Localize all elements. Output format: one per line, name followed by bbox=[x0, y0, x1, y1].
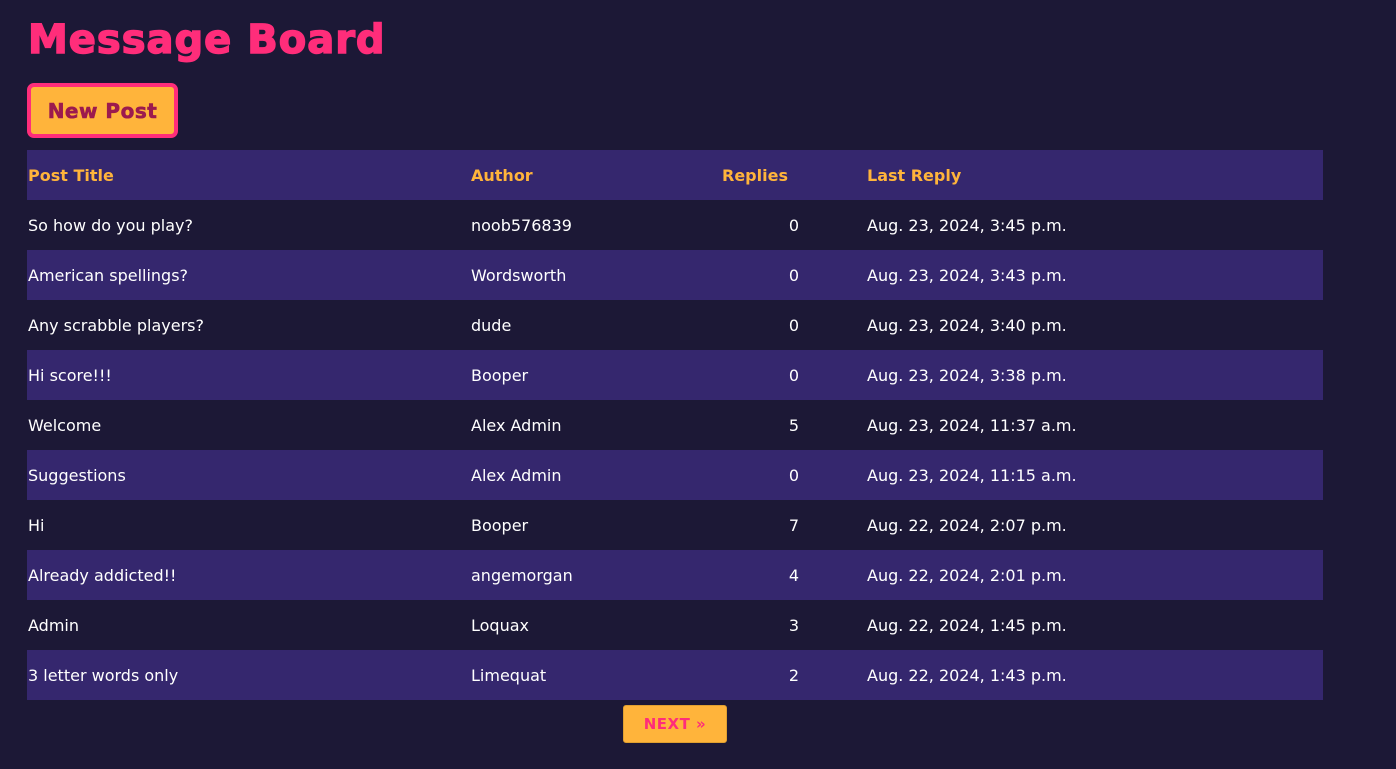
new-post-button[interactable]: New Post bbox=[27, 83, 178, 138]
table-row[interactable]: Any scrabble players? dude 0 Aug. 23, 2024,… bbox=[27, 300, 1323, 350]
table-row[interactable]: So how do you play? noob576839 0 Aug. 23, 2… bbox=[27, 200, 1323, 250]
table-header-row: Post Title Author Replies Last Reply bbox=[27, 150, 1323, 200]
post-title-cell: Any scrabble players? bbox=[27, 300, 471, 350]
author-cell: Booper bbox=[471, 515, 529, 535]
post-title-link[interactable]: Suggestions bbox=[28, 466, 126, 485]
author-cell: Booper bbox=[471, 365, 529, 385]
column-header-replies: Replies bbox=[722, 165, 788, 185]
author-cell: angemorgan bbox=[471, 565, 573, 585]
post-title-link[interactable]: Any scrabble players? bbox=[28, 316, 204, 335]
last-reply-cell: Aug. 22, 2024, 2:07 p.m. bbox=[867, 515, 1067, 535]
post-title-link[interactable]: 3 letter words only bbox=[28, 666, 178, 685]
table-row[interactable]: Welcome Alex Admin 5 Aug. 23, 2024, 11:37 a… bbox=[27, 400, 1323, 450]
author-cell: Alex Admin bbox=[471, 465, 562, 485]
author-cell: Limequat bbox=[471, 665, 547, 685]
replies-count-cell: 0 bbox=[788, 215, 799, 235]
post-title-link[interactable]: Already addicted!! bbox=[28, 566, 176, 585]
post-title-link[interactable]: American spellings? bbox=[28, 266, 188, 285]
table-row[interactable]: Suggestions Alex Admin 0 Aug. 23, 2024, 11:… bbox=[27, 450, 1323, 500]
post-title-cell: Welcome bbox=[27, 400, 471, 450]
author-cell: Loquax bbox=[471, 615, 529, 635]
replies-count-cell: 7 bbox=[788, 515, 799, 535]
post-title-cell: Already addicted!! bbox=[27, 550, 471, 600]
post-title-link[interactable]: Hi bbox=[28, 516, 44, 535]
replies-count-cell: 0 bbox=[788, 365, 799, 385]
post-title-link[interactable]: Welcome bbox=[28, 416, 101, 435]
last-reply-cell: Aug. 23, 2024, 3:45 p.m. bbox=[867, 215, 1067, 235]
post-title-link[interactable]: Hi score!!! bbox=[28, 366, 112, 385]
posts-table: Post Title Author Replies Last Reply So … bbox=[27, 150, 1323, 700]
table-row[interactable]: 3 letter words only Limequat 2 Aug. 22, 202… bbox=[27, 650, 1323, 700]
replies-count-cell: 0 bbox=[788, 265, 799, 285]
replies-count-cell: 0 bbox=[788, 315, 799, 335]
page: Message Board New Post Post Title Author… bbox=[0, 0, 1396, 769]
author-cell: Wordsworth bbox=[471, 265, 567, 285]
column-header-author: Author bbox=[471, 165, 533, 185]
page-title: Message Board bbox=[27, 16, 386, 64]
last-reply-cell: Aug. 22, 2024, 1:45 p.m. bbox=[867, 615, 1067, 635]
table-row[interactable]: Hi Booper 7 Aug. 22, 2024, 2:07 p.m. bbox=[27, 500, 1323, 550]
replies-count-cell: 5 bbox=[788, 415, 799, 435]
last-reply-cell: Aug. 22, 2024, 2:01 p.m. bbox=[867, 565, 1067, 585]
table-row[interactable]: Already addicted!! angemorgan 4 Aug. 22, 20… bbox=[27, 550, 1323, 600]
last-reply-cell: Aug. 23, 2024, 11:37 a.m. bbox=[867, 415, 1077, 435]
column-header-post-title: Post Title bbox=[28, 165, 114, 185]
post-title-link[interactable]: Admin bbox=[28, 616, 79, 635]
post-title-cell: Suggestions bbox=[27, 450, 471, 500]
post-title-cell: Admin bbox=[27, 600, 471, 650]
last-reply-cell: Aug. 23, 2024, 3:43 p.m. bbox=[867, 265, 1067, 285]
post-title-cell: 3 letter words only bbox=[27, 650, 471, 700]
post-title-cell: Hi bbox=[27, 500, 471, 550]
table-body: So how do you play? noob576839 0 Aug. 23, 2… bbox=[27, 200, 1323, 700]
author-cell: Alex Admin bbox=[471, 415, 562, 435]
table-row[interactable]: Hi score!!! Booper 0 Aug. 23, 2024, 3:38 p.… bbox=[27, 350, 1323, 400]
table-row[interactable]: American spellings? Wordsworth 0 Aug. 23, 2… bbox=[27, 250, 1323, 300]
post-title-cell: American spellings? bbox=[27, 250, 471, 300]
post-title-cell: So how do you play? bbox=[27, 200, 471, 250]
last-reply-cell: Aug. 23, 2024, 11:15 a.m. bbox=[867, 465, 1077, 485]
last-reply-cell: Aug. 23, 2024, 3:40 p.m. bbox=[867, 315, 1067, 335]
post-title-cell: Hi score!!! bbox=[27, 350, 471, 400]
table-row[interactable]: Admin Loquax 3 Aug. 22, 2024, 1:45 p.m. bbox=[27, 600, 1323, 650]
next-page-button[interactable]: NEXT » bbox=[623, 705, 727, 743]
author-cell: noob576839 bbox=[471, 215, 572, 235]
post-title-link[interactable]: So how do you play? bbox=[28, 216, 193, 235]
replies-count-cell: 2 bbox=[788, 665, 799, 685]
replies-count-cell: 4 bbox=[788, 565, 799, 585]
column-header-last-reply: Last Reply bbox=[867, 165, 962, 185]
last-reply-cell: Aug. 23, 2024, 3:38 p.m. bbox=[867, 365, 1067, 385]
replies-count-cell: 0 bbox=[788, 465, 799, 485]
author-cell: dude bbox=[471, 315, 512, 335]
last-reply-cell: Aug. 22, 2024, 1:43 p.m. bbox=[867, 665, 1067, 685]
replies-count-cell: 3 bbox=[788, 615, 799, 635]
